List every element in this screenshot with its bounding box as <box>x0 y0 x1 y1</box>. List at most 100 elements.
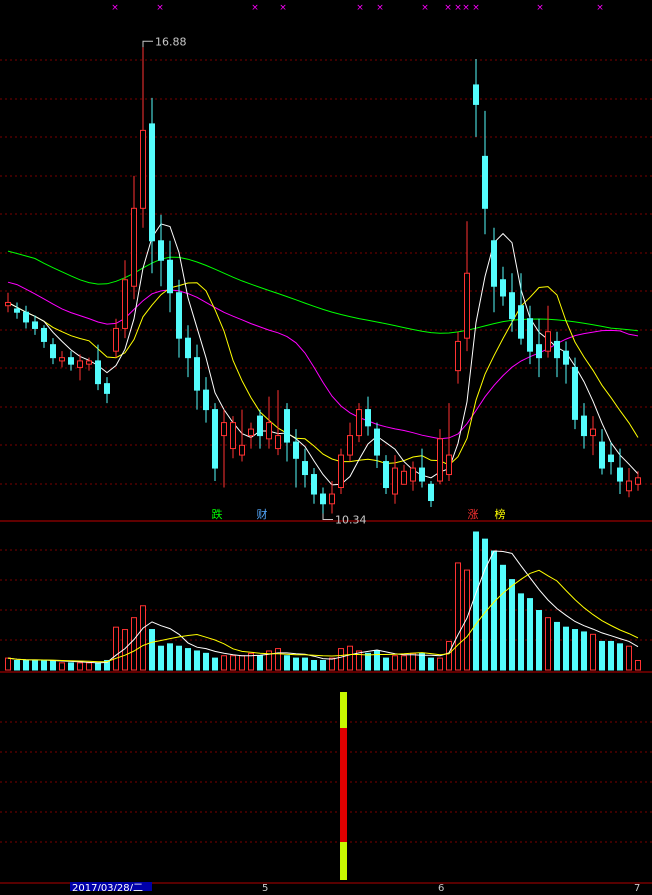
volume-bar <box>311 659 317 671</box>
volume-bar <box>329 657 335 671</box>
volume-bar <box>140 605 146 671</box>
month-label-5: 5 <box>262 883 268 891</box>
marker: × <box>444 3 452 13</box>
volume-bar <box>635 659 641 671</box>
month-label-6: 6 <box>438 883 444 891</box>
candle-body <box>635 477 641 485</box>
candle-body <box>401 470 407 485</box>
volume-bar <box>572 629 578 671</box>
volume-bar <box>77 662 83 671</box>
annotation-label: 跌 <box>212 507 223 521</box>
marker: × <box>536 3 544 13</box>
candle-body <box>473 84 479 105</box>
candle-body <box>248 428 254 437</box>
marker: × <box>454 3 462 13</box>
volume-bar <box>428 657 434 671</box>
candle-body <box>464 272 470 339</box>
volume-bar <box>446 640 452 671</box>
volume-bar <box>257 655 263 671</box>
volume-bar <box>518 593 524 671</box>
candle-body <box>113 327 119 352</box>
candle-body <box>77 360 83 368</box>
volume-bar <box>563 626 569 671</box>
candle-body <box>491 240 497 287</box>
candle-body <box>50 344 56 359</box>
candle-body <box>149 123 155 242</box>
volume-bar <box>590 633 596 671</box>
date-cursor-label: 2017/03/28/二 <box>72 883 143 891</box>
volume-bar <box>347 645 353 671</box>
candle-body <box>158 240 164 261</box>
volume-bar <box>383 657 389 671</box>
candle-body <box>410 467 416 482</box>
volume-bar <box>194 650 200 671</box>
candle-body <box>563 350 569 365</box>
volume-bar <box>203 652 209 671</box>
candle-body <box>608 454 614 463</box>
volume-bar <box>23 659 29 671</box>
candle-body <box>59 357 65 362</box>
volume-bar <box>68 662 74 671</box>
marker: × <box>596 3 604 13</box>
volume-bar <box>41 659 47 671</box>
volume-bar <box>5 657 11 671</box>
marker: × <box>251 3 259 13</box>
candle-body <box>41 327 47 342</box>
candle-body <box>383 461 389 489</box>
stock-chart: × × × × × × × × × × × × × 16.8810.34 跌财涨榜 2017/03/28… <box>0 0 652 894</box>
candle-body <box>5 301 11 307</box>
volume-bar <box>293 657 299 671</box>
month-label-7: 7 <box>634 883 640 891</box>
date-bar: 2017/03/28/二 5 6 7 <box>0 882 652 894</box>
candle-body <box>338 454 344 489</box>
volume-bar <box>401 655 407 671</box>
candle-body <box>392 467 398 495</box>
volume-bar <box>86 662 92 671</box>
volume-bar <box>302 657 308 671</box>
candle-body <box>365 409 371 427</box>
volume-bar <box>374 650 380 671</box>
candle-body <box>437 438 443 482</box>
candle-body <box>527 318 533 352</box>
candle-body <box>140 129 146 209</box>
candle-body <box>104 383 110 394</box>
candle-body <box>581 415 587 437</box>
indicator-bar-top <box>340 692 347 728</box>
volume-bar <box>131 617 137 671</box>
candle-body <box>590 428 596 437</box>
volume-bar <box>482 538 488 671</box>
volume-bar <box>500 564 506 671</box>
volume-bar <box>419 652 425 671</box>
candle-body <box>320 493 326 505</box>
candle-body <box>356 409 362 437</box>
volume-bar <box>617 643 623 671</box>
candle-body <box>545 331 551 352</box>
candle-body <box>446 454 452 476</box>
volume-bar <box>59 662 65 671</box>
marker: × <box>472 3 480 13</box>
candle-body <box>95 360 101 385</box>
volume-bar <box>50 659 56 671</box>
volume-bar <box>455 562 461 671</box>
volume-bar <box>392 655 398 671</box>
volume-bar <box>491 550 497 671</box>
indicator-bar-bottom <box>340 842 347 880</box>
candle-body <box>203 389 209 411</box>
candle-body <box>68 357 74 365</box>
volume-bar <box>509 579 515 671</box>
candle-body <box>518 305 524 339</box>
candle-body <box>311 474 317 495</box>
volume-bar <box>536 610 542 671</box>
candle-body <box>176 292 182 339</box>
candle-body <box>500 279 506 297</box>
candle-body <box>212 409 218 469</box>
volume-bar <box>113 626 119 671</box>
volume-bar <box>473 531 479 671</box>
indicator-panel <box>340 692 347 880</box>
candle-body <box>185 337 191 359</box>
marker: × <box>156 3 164 13</box>
candle-body <box>266 422 272 440</box>
candle-body <box>293 441 299 459</box>
volume-bar <box>365 652 371 671</box>
volume-bar <box>95 662 101 671</box>
